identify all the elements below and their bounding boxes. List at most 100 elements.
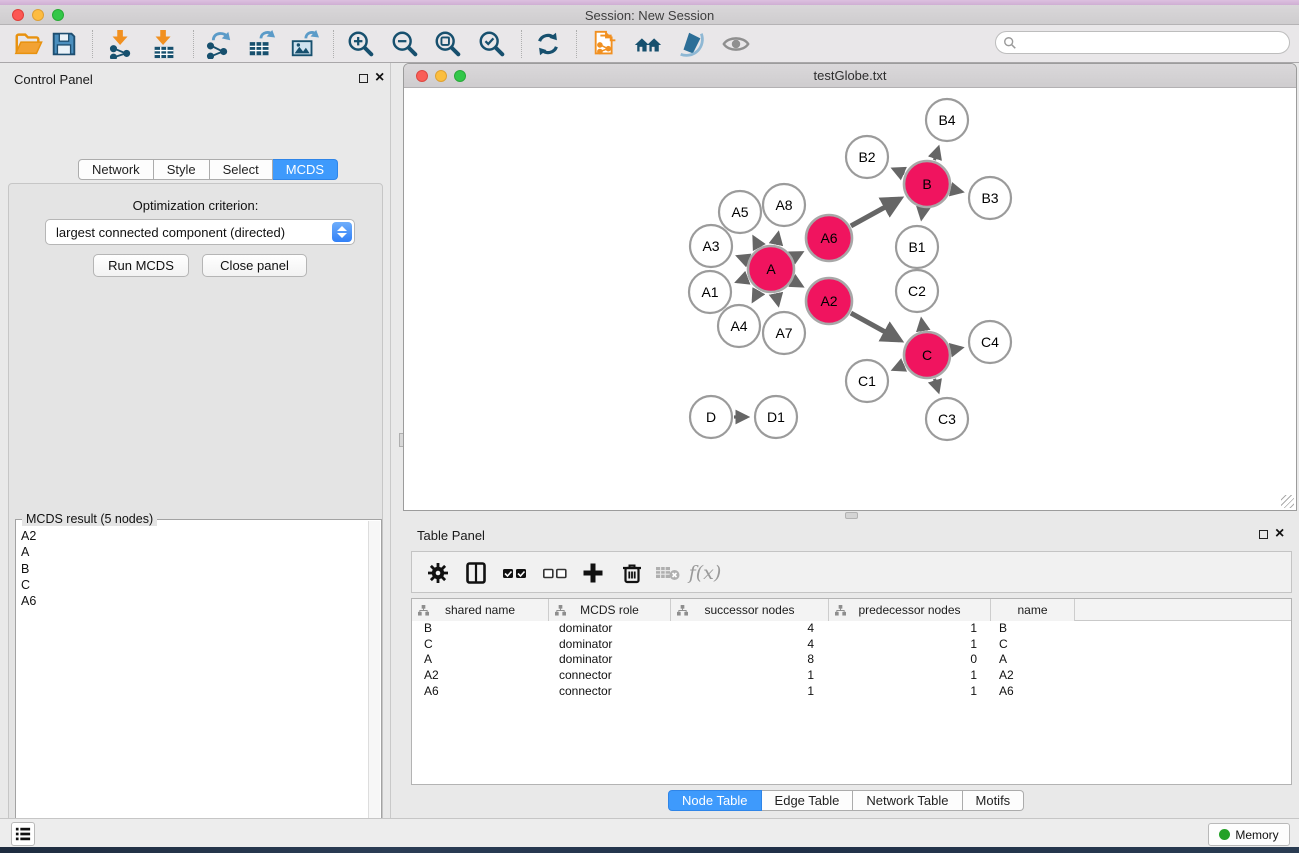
graph-edge-C-C1[interactable] bbox=[894, 365, 904, 370]
table-row[interactable]: Cdominator41C bbox=[412, 637, 1291, 653]
zoom-in-icon[interactable] bbox=[343, 29, 379, 59]
duplicate-network-icon[interactable] bbox=[588, 29, 624, 59]
zoom-selected-icon[interactable] bbox=[474, 29, 510, 59]
select-all-check-icon[interactable] bbox=[498, 557, 532, 589]
graph-node-B[interactable]: B bbox=[904, 161, 950, 207]
close-panel-button[interactable]: Close panel bbox=[202, 254, 307, 277]
table-row[interactable]: Adominator80A bbox=[412, 652, 1291, 668]
tab-style[interactable]: Style bbox=[154, 159, 210, 180]
mcds-result-item[interactable]: A2 bbox=[21, 528, 367, 544]
graph-node-B2[interactable]: B2 bbox=[846, 136, 888, 178]
export-table-icon[interactable] bbox=[243, 29, 279, 59]
graph-node-A6[interactable]: A6 bbox=[806, 215, 852, 261]
graph-edge-A2-C[interactable] bbox=[851, 313, 900, 340]
window-resize-grip[interactable] bbox=[1281, 495, 1294, 508]
optimization-criterion-select[interactable]: largest connected component (directed) bbox=[45, 219, 355, 245]
network-graph-canvas[interactable]: B4 B2 B B3 A5A8A6 A3 B1 A A1 C2 A2 A4A7 C4 C C1 C3 D D1 bbox=[405, 88, 1296, 510]
graph-edge-A-A3[interactable] bbox=[738, 256, 748, 260]
graph-edge-A-A1[interactable] bbox=[737, 278, 747, 282]
tab-mcds[interactable]: MCDS bbox=[273, 159, 338, 180]
column-header-name[interactable]: name bbox=[991, 599, 1075, 621]
horizontal-splitter-grip[interactable] bbox=[845, 512, 858, 519]
tab-network[interactable]: Network bbox=[78, 159, 154, 180]
graph-edge-A-A4[interactable] bbox=[753, 291, 759, 301]
table-cell: 1 bbox=[829, 637, 991, 653]
show-columns-icon[interactable] bbox=[459, 557, 493, 589]
table-settings-icon[interactable] bbox=[421, 557, 455, 589]
graph-edge-C-C3[interactable] bbox=[934, 379, 938, 391]
graph-node-A3[interactable]: A3 bbox=[690, 225, 732, 267]
search-box bbox=[995, 31, 1290, 54]
graph-edge-B-B3[interactable] bbox=[951, 189, 961, 191]
graph-edge-A-A2[interactable] bbox=[793, 281, 802, 286]
graph-node-A8[interactable]: A8 bbox=[763, 184, 805, 226]
run-mcds-button[interactable]: Run MCDS bbox=[93, 254, 189, 277]
graph-edge-A-A5[interactable] bbox=[754, 237, 759, 247]
search-input[interactable] bbox=[1022, 33, 1282, 52]
home-layout-icon[interactable] bbox=[630, 29, 666, 59]
import-table-icon[interactable] bbox=[146, 29, 182, 59]
graph-node-A7[interactable]: A7 bbox=[763, 312, 805, 354]
table-row[interactable]: Bdominator41B bbox=[412, 621, 1291, 637]
graph-node-C[interactable]: C bbox=[904, 332, 950, 378]
zoom-fit-icon[interactable] bbox=[430, 29, 466, 59]
memory-button[interactable]: Memory bbox=[1208, 823, 1290, 846]
save-session-icon[interactable] bbox=[46, 29, 82, 59]
graph-edge-A-A7[interactable] bbox=[776, 293, 778, 304]
table-row[interactable]: A2connector11A2 bbox=[412, 668, 1291, 684]
refresh-layout-icon[interactable] bbox=[530, 29, 566, 59]
graph-node-B1[interactable]: B1 bbox=[896, 226, 938, 268]
import-network-icon[interactable] bbox=[103, 29, 139, 59]
graph-node-C1[interactable]: C1 bbox=[846, 360, 888, 402]
tab-motifs[interactable]: Motifs bbox=[963, 790, 1025, 811]
mcds-result-item[interactable]: B bbox=[21, 561, 367, 577]
graph-node-A[interactable]: A bbox=[748, 246, 794, 292]
open-session-icon[interactable] bbox=[10, 29, 46, 59]
graph-edge-B-B4[interactable] bbox=[934, 148, 938, 160]
graph-node-A2[interactable]: A2 bbox=[806, 278, 852, 324]
delete-row-icon[interactable] bbox=[615, 557, 649, 589]
task-history-button[interactable] bbox=[11, 822, 35, 846]
tab-network-table[interactable]: Network Table bbox=[853, 790, 962, 811]
graph-edge-A-A8[interactable] bbox=[776, 233, 778, 244]
add-row-icon[interactable] bbox=[576, 557, 610, 589]
deselect-all-check-icon[interactable] bbox=[538, 557, 572, 589]
column-header-successor-nodes[interactable]: successor nodes bbox=[671, 599, 829, 621]
graph-node-C2[interactable]: C2 bbox=[896, 270, 938, 312]
tab-select[interactable]: Select bbox=[210, 159, 273, 180]
mcds-result-item[interactable]: C bbox=[21, 577, 367, 593]
show-graphics-details-icon[interactable] bbox=[718, 29, 754, 59]
float-panel-icon[interactable] bbox=[359, 74, 368, 83]
graph-edge-A-A6[interactable] bbox=[793, 253, 802, 258]
result-scrollbar[interactable] bbox=[368, 521, 380, 853]
column-header-MCDS-role[interactable]: MCDS role bbox=[549, 599, 671, 621]
graph-edge-B-B1[interactable] bbox=[922, 209, 924, 219]
graph-node-B4[interactable]: B4 bbox=[926, 99, 968, 141]
hide-graphics-details-icon[interactable] bbox=[673, 29, 709, 59]
graph-edge-A6-B[interactable] bbox=[851, 199, 900, 226]
tab-node-table[interactable]: Node Table bbox=[668, 790, 762, 811]
graph-edge-C-C2[interactable] bbox=[921, 320, 923, 331]
export-image-icon[interactable] bbox=[286, 29, 322, 59]
graph-node-C4[interactable]: C4 bbox=[969, 321, 1011, 363]
mcds-result-item[interactable]: A6 bbox=[21, 593, 367, 609]
table-row[interactable]: A6connector11A6 bbox=[412, 684, 1291, 700]
graph-edge-B-B2[interactable] bbox=[893, 169, 904, 174]
close-panel-icon[interactable]: × bbox=[375, 68, 384, 88]
zoom-out-icon[interactable] bbox=[387, 29, 423, 59]
close-table-panel-icon[interactable]: × bbox=[1275, 524, 1284, 544]
graph-node-A1[interactable]: A1 bbox=[689, 271, 731, 313]
graph-node-D[interactable]: D bbox=[690, 396, 732, 438]
graph-node-C3[interactable]: C3 bbox=[926, 398, 968, 440]
graph-node-D1[interactable]: D1 bbox=[755, 396, 797, 438]
column-header-shared-name[interactable]: shared name bbox=[412, 599, 549, 621]
export-network-icon[interactable] bbox=[200, 29, 236, 59]
graph-edge-C-C4[interactable] bbox=[951, 348, 961, 350]
float-table-panel-icon[interactable] bbox=[1259, 530, 1268, 539]
mcds-result-item[interactable]: A bbox=[21, 544, 367, 560]
graph-node-A4[interactable]: A4 bbox=[718, 305, 760, 347]
graph-node-A5[interactable]: A5 bbox=[719, 191, 761, 233]
column-header-predecessor-nodes[interactable]: predecessor nodes bbox=[829, 599, 991, 621]
tab-edge-table[interactable]: Edge Table bbox=[762, 790, 854, 811]
graph-node-B3[interactable]: B3 bbox=[969, 177, 1011, 219]
